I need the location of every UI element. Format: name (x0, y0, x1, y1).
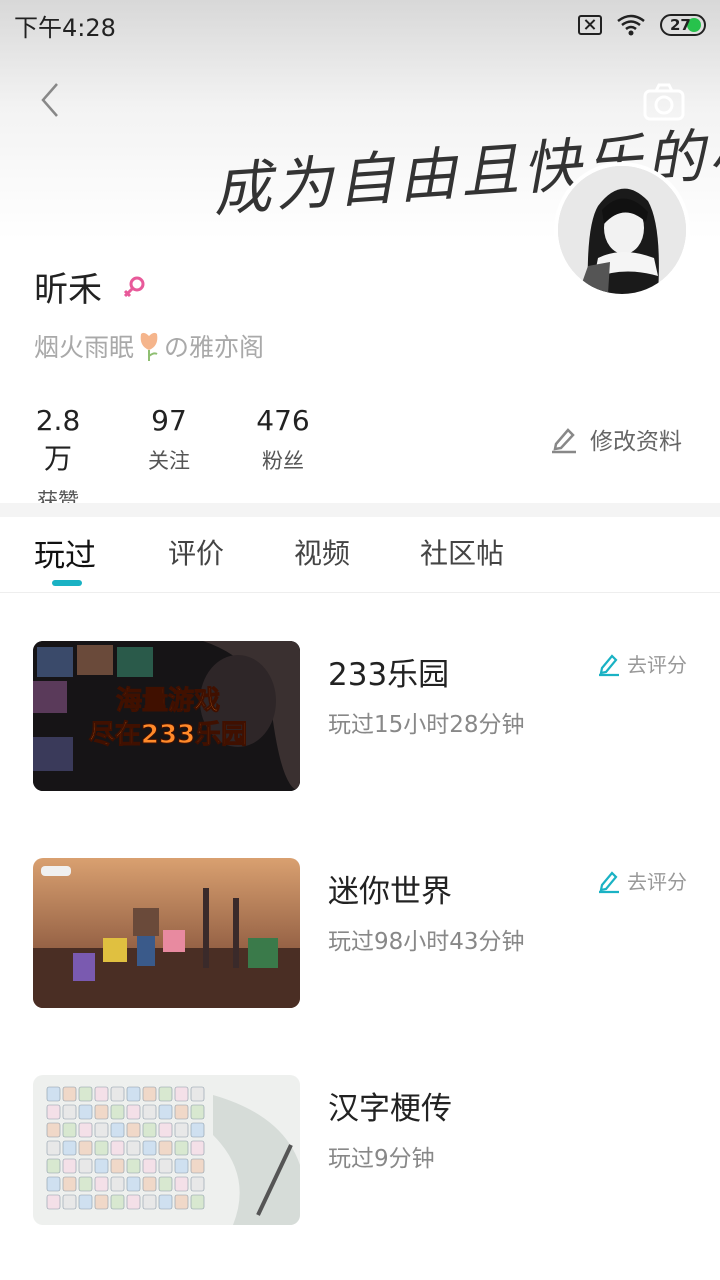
status-bar: 下午4:28 27 (0, 0, 720, 50)
tab-videos[interactable]: 视频 (294, 532, 350, 572)
game-name: 汉字梗传 (328, 1091, 452, 1127)
female-gender-icon (123, 276, 145, 297)
edit-profile-label: 修改资料 (590, 429, 682, 455)
stat-following-value: 97 (151, 404, 187, 437)
back-button[interactable] (30, 78, 70, 122)
game-thumbnail-art: 海量游戏 尽在233乐园 (33, 641, 300, 791)
tab-community-posts[interactable]: 社区帖 (420, 532, 504, 572)
stat-following-label: 关注 (148, 449, 190, 473)
active-tab-indicator (52, 580, 82, 586)
game-playtime: 玩过9分钟 (328, 1146, 435, 1172)
section-divider (0, 503, 720, 517)
stat-followers[interactable]: 476 粉丝 (254, 404, 312, 475)
game-thumbnail (33, 1075, 300, 1225)
game-playtime: 玩过15小时28分钟 (328, 712, 525, 738)
tab-reviews[interactable]: 评价 (168, 532, 224, 572)
edit-profile-button[interactable]: 修改资料 (550, 422, 682, 456)
rate-label: 去评分 (627, 870, 687, 894)
thumb-headline-1: 海量游戏 (116, 686, 220, 716)
rate-game-button[interactable]: 去评分 (597, 866, 687, 895)
avatar-image (558, 166, 686, 294)
profile-tabs: 玩过 评价 视频 社区帖 (0, 518, 720, 593)
battery-level: 27 (670, 16, 691, 34)
stat-likes[interactable]: 2.8万 获赞 (22, 404, 94, 515)
profile-name-row: 昕禾 (34, 262, 148, 311)
game-thumbnail: 海量游戏 尽在233乐园 (33, 641, 300, 791)
bio-suffix: の雅亦阁 (164, 333, 265, 362)
game-playtime: 玩过98小时43分钟 (328, 929, 525, 955)
game-name: 迷你世界 (328, 874, 452, 910)
stat-followers-value: 476 (256, 404, 310, 437)
back-arrow-icon (41, 83, 58, 117)
bio-prefix: 烟火雨眠 (34, 333, 135, 362)
pencil-icon (599, 870, 619, 893)
avatar[interactable] (554, 162, 690, 298)
pencil-icon (599, 653, 619, 676)
rate-game-button[interactable]: 去评分 (597, 649, 687, 678)
thumb-headline-2: 尽在233乐园 (89, 720, 247, 750)
game-item[interactable]: 汉字梗传 玩过9分钟 (0, 1075, 720, 1227)
game-thumbnail-art (33, 858, 300, 1008)
game-item[interactable]: 迷你世界 玩过98小时43分钟 去评分 (0, 858, 720, 1010)
game-item[interactable]: 海量游戏 尽在233乐园 233乐园 玩过15小时28分钟 去评分 (0, 641, 720, 793)
stat-following[interactable]: 97 关注 (140, 404, 198, 475)
profile-bio: 烟火雨眠 の雅亦阁 (34, 328, 264, 364)
change-cover-button[interactable] (642, 82, 686, 122)
rate-label: 去评分 (627, 653, 687, 677)
game-name: 233乐园 (328, 657, 450, 693)
wifi-icon (617, 14, 645, 36)
pencil-icon (552, 428, 576, 454)
stat-followers-label: 粉丝 (262, 449, 304, 473)
status-time: 下午4:28 (14, 13, 116, 42)
camera-icon (643, 83, 685, 121)
game-thumbnail (33, 858, 300, 1008)
tab-played[interactable]: 玩过 (34, 530, 96, 575)
tulip-icon (140, 332, 158, 361)
game-thumbnail-art (33, 1075, 300, 1225)
battery-indicator: 27 (660, 14, 706, 36)
username: 昕禾 (34, 270, 102, 310)
stat-likes-value: 2.8万 (35, 404, 81, 475)
no-sim-icon (578, 15, 602, 35)
